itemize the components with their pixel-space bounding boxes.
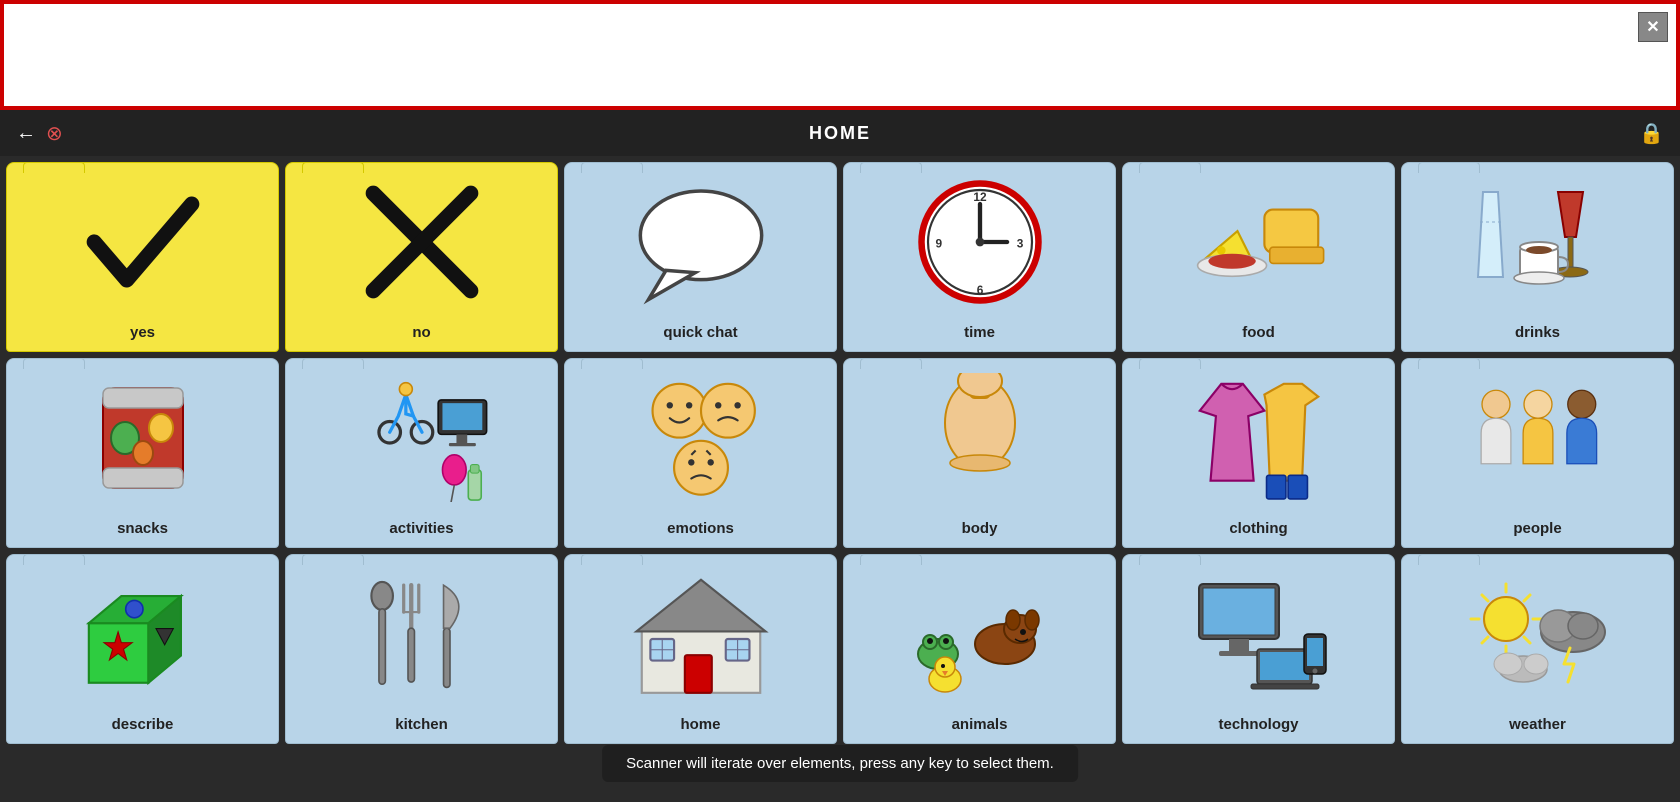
yes-label: yes	[130, 320, 155, 343]
drinks-label: drinks	[1515, 320, 1560, 343]
cell-weather[interactable]: weather	[1401, 554, 1674, 744]
technology-label: technology	[1218, 712, 1298, 735]
activities-icon	[286, 359, 557, 516]
close-button[interactable]: ✕	[1638, 12, 1668, 42]
no-icon	[286, 163, 557, 320]
weather-label: weather	[1509, 712, 1566, 735]
clothing-icon	[1123, 359, 1394, 516]
drinks-icon	[1402, 163, 1673, 320]
describe-icon	[7, 555, 278, 712]
cell-clothing[interactable]: clothing	[1122, 358, 1395, 548]
cell-emotions[interactable]: emotions	[564, 358, 837, 548]
food-label: food	[1242, 320, 1274, 343]
body-icon	[844, 359, 1115, 516]
cell-home[interactable]: home	[564, 554, 837, 744]
animals-icon	[844, 555, 1115, 712]
yes-icon	[7, 163, 278, 320]
cell-snacks[interactable]: snacks	[6, 358, 279, 548]
cell-food[interactable]: food	[1122, 162, 1395, 352]
back-icon[interactable]: ←	[16, 122, 36, 145]
cell-technology[interactable]: technology	[1122, 554, 1395, 744]
snacks-label: snacks	[117, 516, 168, 539]
cell-body[interactable]: body	[843, 358, 1116, 548]
cell-drinks[interactable]: drinks	[1401, 162, 1674, 352]
cell-kitchen[interactable]: kitchen	[285, 554, 558, 744]
home-label: home	[680, 712, 720, 735]
technology-icon	[1123, 555, 1394, 712]
top-bar: ✕	[0, 0, 1680, 110]
emotions-label: emotions	[667, 516, 734, 539]
svg-text:6: 6	[976, 283, 983, 297]
nav-bar: ← ⊗ HOME 🔒	[0, 110, 1680, 156]
cancel-icon[interactable]: ⊗	[46, 121, 63, 146]
kitchen-label: kitchen	[395, 712, 448, 735]
clothing-label: clothing	[1229, 516, 1287, 539]
cell-people[interactable]: people	[1401, 358, 1674, 548]
cell-quick-chat[interactable]: quick chat	[564, 162, 837, 352]
people-icon	[1402, 359, 1673, 516]
people-label: people	[1513, 516, 1561, 539]
no-label: no	[412, 320, 430, 343]
cell-activities[interactable]: activities	[285, 358, 558, 548]
body-label: body	[962, 516, 998, 539]
time-icon: 12 3 6 9	[844, 163, 1115, 320]
cell-animals[interactable]: animals	[843, 554, 1116, 744]
animals-label: animals	[952, 712, 1008, 735]
svg-text:9: 9	[935, 236, 942, 250]
svg-text:3: 3	[1016, 236, 1023, 250]
quick-chat-icon	[565, 163, 836, 320]
symbol-grid: yes no quick chat 12 3 6 9 time fo	[0, 156, 1680, 750]
home-icon	[565, 555, 836, 712]
cell-describe[interactable]: describe	[6, 554, 279, 744]
lock-icon[interactable]: 🔒	[1639, 121, 1664, 146]
emotions-icon	[565, 359, 836, 516]
svg-text:12: 12	[973, 189, 987, 203]
page-title: HOME	[809, 123, 871, 144]
weather-icon	[1402, 555, 1673, 712]
kitchen-icon	[286, 555, 557, 712]
cell-yes[interactable]: yes	[6, 162, 279, 352]
scanner-toast: Scanner will iterate over elements, pres…	[602, 745, 1078, 782]
cell-time[interactable]: 12 3 6 9 time	[843, 162, 1116, 352]
time-label: time	[964, 320, 995, 343]
activities-label: activities	[389, 516, 453, 539]
cell-no[interactable]: no	[285, 162, 558, 352]
snacks-icon	[7, 359, 278, 516]
food-icon	[1123, 163, 1394, 320]
quick-chat-label: quick chat	[663, 320, 737, 343]
describe-label: describe	[112, 712, 174, 735]
